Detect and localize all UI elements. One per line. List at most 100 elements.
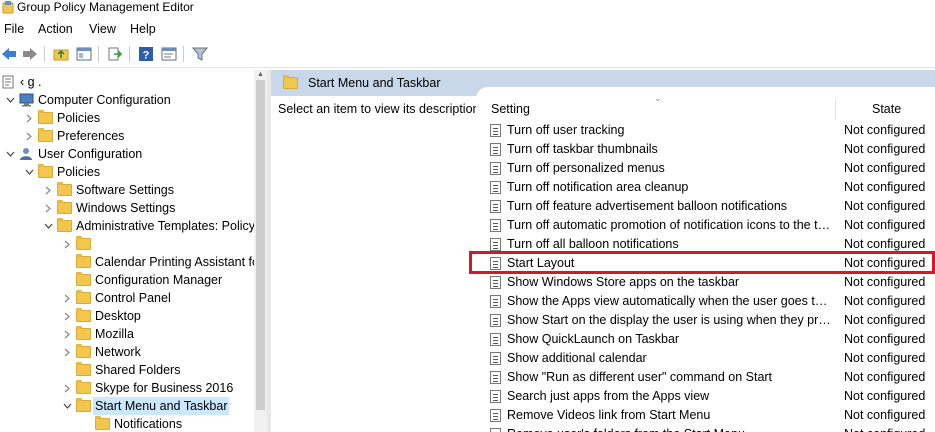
tree-root[interactable]: ‹ g . [0,73,254,91]
tree-item-label: Windows Settings [76,201,176,215]
show-hide-tree-icon[interactable] [75,45,93,63]
tree-item-label: Desktop [95,309,141,323]
tree-item[interactable]: Administrative Templates: Policy [0,217,255,235]
folder-icon [57,182,72,196]
tree-item-label: Preferences [57,129,125,143]
tree-item[interactable]: Start Menu and Taskbar [0,397,254,415]
scroll-up-arrow-icon[interactable]: ▲ [254,70,267,80]
setting-state: Not configured [844,275,926,289]
setting-row[interactable]: Turn off personalized menus Not configure… [476,159,935,178]
menu-view[interactable]: View [89,21,116,37]
tree-item[interactable]: Network [0,343,254,361]
tree-item[interactable]: Policies [0,163,254,181]
filter-icon[interactable] [191,45,209,63]
chevron-right-icon[interactable] [62,343,72,361]
setting-row[interactable]: Search just apps from the Apps view Not c… [476,387,935,406]
tree-scrollbar[interactable]: ▲ [254,70,267,432]
setting-state: Not configured [844,161,926,175]
tree-item-label: Network [95,345,141,359]
tree-item[interactable]: Preferences [0,127,254,145]
chevron-down-icon[interactable] [5,91,15,109]
chevron-right-icon[interactable] [62,379,72,397]
setting-state: Not configured [844,370,926,384]
forward-arrow-icon[interactable] [21,45,39,63]
tree-item[interactable]: Desktop [0,307,254,325]
tree-item[interactable]: Notifications [0,415,254,432]
setting-row[interactable]: Turn off automatic promotion of notifica… [476,216,935,235]
setting-name: Turn off user tracking [507,123,625,137]
chevron-right-icon[interactable] [62,307,72,325]
setting-name: Show "Run as different user" command on … [507,370,773,384]
chevron-down-icon[interactable] [24,163,34,181]
tree-item[interactable]: Windows Settings [0,199,254,217]
tree-item-label: Policies [57,165,101,179]
setting-name: Turn off taskbar thumbnails [507,142,658,156]
chevron-right-icon[interactable] [43,181,53,199]
menu-help[interactable]: Help [130,21,156,37]
tree-item[interactable]: Skype for Business 2016 [0,379,254,397]
folder-icon [76,272,91,286]
setting-name: Remove Videos link from Start Menu [507,408,711,422]
menu-action[interactable]: Action [38,21,73,37]
start-layout-highlight-box [469,251,935,274]
tree-item[interactable]: Computer Configuration [0,91,254,109]
folder-icon [38,164,53,178]
tree-item[interactable]: Calendar Printing Assistant fo [0,253,259,271]
setting-row[interactable]: Turn off feature advertisement balloon n… [476,197,935,216]
tree-item[interactable]: Shared Folders [0,361,254,379]
tree-item[interactable]: Policies [0,109,254,127]
chevron-right-icon[interactable] [24,127,34,145]
setting-row[interactable]: Show QuickLaunch on Taskbar Not configure… [476,330,935,349]
window-title: Group Policy Management Editor [17,0,194,14]
tree-item[interactable]: User Configuration [0,145,254,163]
properties-icon[interactable] [160,45,178,63]
setting-row[interactable]: Turn off user tracking Not configured [476,121,935,140]
setting-row[interactable]: Show additional calendar Not configured [476,349,935,368]
pane-splitter[interactable] [267,70,271,432]
chevron-down-icon[interactable] [43,217,53,235]
help-icon[interactable]: ? [137,45,155,63]
menu-file[interactable]: File [4,21,24,37]
setting-row[interactable]: Show Start on the display the user is us… [476,311,935,330]
tree-item[interactable]: Software Settings [0,181,254,199]
back-arrow-icon[interactable] [0,45,18,63]
setting-name: Show Start on the display the user is us… [507,313,832,327]
chevron-right-icon[interactable] [24,109,34,127]
column-header-state[interactable]: State [872,102,901,116]
folder-icon [76,308,91,322]
tree-item[interactable]: Mozilla [0,325,254,343]
setting-state: Not configured [844,180,926,194]
folder-icon [76,380,91,394]
setting-row[interactable]: Turn off taskbar thumbnails Not configure… [476,140,935,159]
up-folder-icon[interactable] [52,45,70,63]
setting-row[interactable]: Show the Apps view automatically when th… [476,292,935,311]
tree-item-label: Software Settings [76,183,174,197]
policy-setting-icon [490,181,501,194]
chevron-right-icon[interactable] [62,325,72,343]
setting-row[interactable]: Turn off notification area cleanup Not co… [476,178,935,197]
chevron-right-icon[interactable] [62,235,72,253]
tree-item[interactable] [0,235,254,253]
tree-item-label: Mozilla [95,327,134,341]
folder-icon [76,254,91,268]
chevron-down-icon[interactable] [5,145,15,163]
export-list-icon[interactable] [106,45,124,63]
setting-state: Not configured [844,351,926,365]
policy-setting-icon [490,295,501,308]
setting-row[interactable]: Show "Run as different user" command on … [476,368,935,387]
setting-row[interactable]: Remove user's folders from the Start Men… [476,425,935,432]
chevron-right-icon[interactable] [43,199,53,217]
chevron-down-icon[interactable] [62,397,72,415]
tree-item[interactable]: Configuration Manager [0,271,254,289]
tree-item[interactable]: Control Panel [0,289,254,307]
setting-name: Turn off notification area cleanup [507,180,689,194]
policy-setting-icon [490,428,501,432]
column-header-setting[interactable]: Setting [491,102,530,116]
chevron-right-icon[interactable] [62,289,72,307]
setting-row[interactable]: Show Windows Store apps on the taskbar No… [476,273,935,292]
column-divider[interactable] [835,98,836,120]
folder-icon [38,128,53,142]
folder-icon [76,362,91,376]
setting-row[interactable]: Remove Videos link from Start Menu Not co… [476,406,935,425]
scrollbar-thumb[interactable] [256,80,265,410]
